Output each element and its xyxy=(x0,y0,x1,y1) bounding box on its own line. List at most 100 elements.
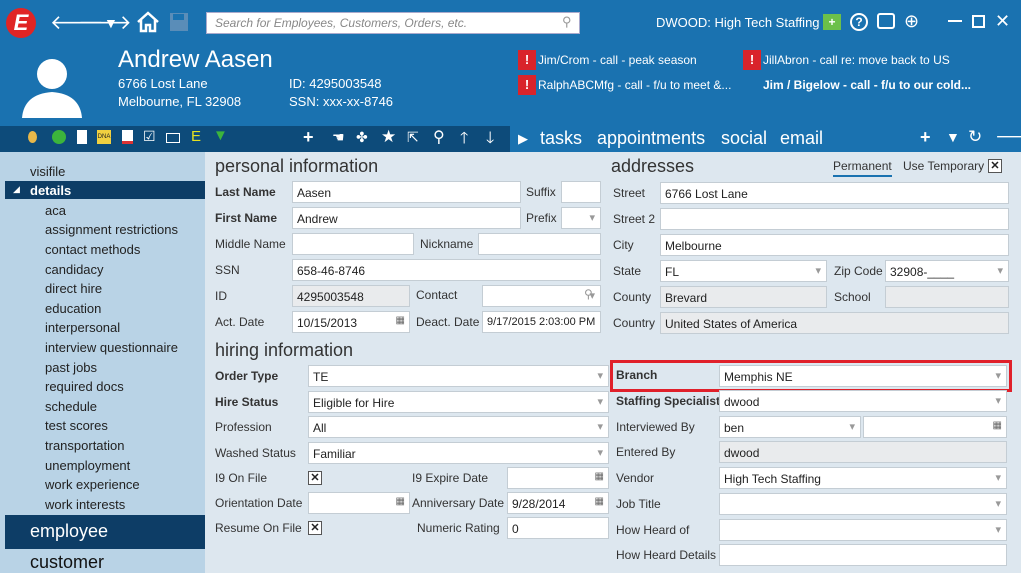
search-icon[interactable]: ⚲ xyxy=(433,127,445,147)
sidebar-item[interactable]: candidacy xyxy=(45,262,104,277)
job-title-select[interactable] xyxy=(719,493,1007,515)
act-date-field[interactable]: 10/15/2013 xyxy=(292,311,410,333)
puzzle-icon[interactable]: ✤ xyxy=(356,129,368,146)
interview-date-field[interactable] xyxy=(863,416,1007,438)
maximize-icon[interactable] xyxy=(972,15,985,28)
order-type-select[interactable]: TE xyxy=(308,365,609,387)
tab-tasks[interactable]: tasks xyxy=(540,128,582,149)
tab-permanent[interactable]: Permanent xyxy=(833,159,892,177)
washed-status-select[interactable]: Familiar xyxy=(308,442,609,464)
app-logo[interactable]: E xyxy=(6,8,36,38)
filter-icon[interactable]: ▼ xyxy=(946,129,960,145)
sidebar-item[interactable]: past jobs xyxy=(45,360,97,375)
plus-icon[interactable]: + xyxy=(303,127,314,148)
deact-date-field[interactable]: 9/17/2015 2:03:00 PM xyxy=(482,311,601,333)
plus-icon[interactable]: + xyxy=(920,127,931,148)
anniversary-date-field[interactable]: 9/28/2014 xyxy=(507,492,609,514)
i9-on-file-checkbox[interactable]: ✕ xyxy=(308,471,322,485)
contact-search-icon[interactable]: ⚲ xyxy=(584,287,593,301)
next-arrow-icon[interactable]: 🡒 xyxy=(995,127,1021,147)
last-name-field[interactable]: Aasen xyxy=(292,181,521,203)
save-icon[interactable] xyxy=(169,12,189,32)
suffix-field[interactable] xyxy=(561,181,601,203)
close-icon[interactable]: ✕ xyxy=(995,11,1010,32)
sidebar-item[interactable]: required docs xyxy=(45,379,124,394)
sidebar-item[interactable]: aca xyxy=(45,203,66,218)
export-icon[interactable]: ⇱ xyxy=(407,129,419,146)
play-icon[interactable]: ▶ xyxy=(518,131,528,147)
street-field[interactable]: 6766 Lost Lane xyxy=(660,182,1009,204)
nickname-field[interactable] xyxy=(478,233,601,255)
card-icon[interactable] xyxy=(166,133,180,143)
home-icon[interactable] xyxy=(136,11,160,33)
note-item[interactable]: RalphABCMfg - call - f/u to meet &... xyxy=(538,78,731,92)
add-icon[interactable]: + xyxy=(823,14,841,30)
sidebar-item[interactable]: assignment restrictions xyxy=(45,222,178,237)
prefix-select[interactable] xyxy=(561,207,601,229)
sidebar-item[interactable]: transportation xyxy=(45,438,125,453)
city-field[interactable]: Melbourne xyxy=(660,234,1009,256)
interviewed-by-select[interactable]: ben xyxy=(719,416,861,438)
sidebar-item[interactable]: schedule xyxy=(45,399,97,414)
resume-on-file-checkbox[interactable]: ✕ xyxy=(308,521,322,535)
first-name-field[interactable]: Andrew xyxy=(292,207,521,229)
refresh-icon[interactable]: ↻ xyxy=(968,127,982,147)
search-icon[interactable]: ⚲ xyxy=(562,14,572,30)
hire-status-select[interactable]: Eligible for Hire xyxy=(308,391,609,413)
note-item[interactable]: Jim/Crom - call - peak season xyxy=(538,53,697,67)
tab-social[interactable]: social xyxy=(721,128,767,149)
sidebar-item[interactable]: direct hire xyxy=(45,281,102,296)
note-item[interactable]: JillAbron - call re: move back to US xyxy=(763,53,950,67)
how-heard-select[interactable] xyxy=(719,519,1007,541)
street2-field[interactable] xyxy=(660,208,1009,230)
sidebar-item-customer[interactable]: customer xyxy=(5,549,205,573)
chat-icon[interactable] xyxy=(877,13,895,29)
search-input[interactable]: Search for Employees, Customers, Orders,… xyxy=(206,12,580,34)
zip-field[interactable]: 32908-____ xyxy=(885,260,1009,282)
branch-select[interactable]: Memphis NE xyxy=(719,365,1007,387)
sidebar-item[interactable]: contact methods xyxy=(45,242,140,257)
sidebar-item[interactable]: work interests xyxy=(45,497,125,512)
document-icon[interactable] xyxy=(77,130,87,144)
filter-v-icon[interactable]: ▼ xyxy=(213,127,228,144)
tab-email[interactable]: email xyxy=(780,128,823,149)
state-select[interactable]: FL xyxy=(660,260,827,282)
numeric-rating-field[interactable]: 0 xyxy=(507,517,609,539)
up-arrow-icon[interactable]: 🡑 xyxy=(460,127,468,154)
bean-icon[interactable] xyxy=(28,131,37,143)
status-icon[interactable] xyxy=(52,130,66,144)
sidebar-item-employee[interactable]: employee xyxy=(5,515,205,549)
hand-icon[interactable]: ☚ xyxy=(332,129,345,146)
collapse-icon[interactable]: ◢ xyxy=(13,184,20,195)
profession-select[interactable]: All xyxy=(308,416,609,438)
sidebar-item[interactable]: education xyxy=(45,301,101,316)
interviewed-by-label: Interviewed By xyxy=(616,420,695,434)
sidebar-item[interactable]: unemployment xyxy=(45,458,130,473)
sidebar-item[interactable]: test scores xyxy=(45,418,108,433)
help-icon[interactable]: ? xyxy=(850,13,868,31)
i9-expire-field[interactable] xyxy=(507,467,609,489)
vendor-select[interactable]: High Tech Staffing xyxy=(719,467,1007,489)
how-heard-details-field[interactable] xyxy=(719,544,1007,566)
orientation-date-field[interactable] xyxy=(308,492,410,514)
use-temporary-checkbox[interactable]: ✕ xyxy=(988,159,1002,173)
addresses-title: addresses xyxy=(611,156,695,176)
dropdown-arrow-icon[interactable]: ▼ xyxy=(104,13,118,33)
star-icon[interactable]: ★ xyxy=(381,127,396,147)
checkbox-icon[interactable]: ☑ xyxy=(143,128,156,145)
sidebar-item[interactable]: interview questionnaire xyxy=(45,340,178,355)
everify-icon[interactable]: E xyxy=(191,128,201,145)
globe-icon[interactable]: ⊕ xyxy=(904,11,919,32)
sidebar-item-visifile[interactable]: visifile xyxy=(30,164,65,179)
middle-name-field[interactable] xyxy=(292,233,414,255)
minimize-icon[interactable] xyxy=(948,20,962,22)
pdf-icon[interactable] xyxy=(122,130,133,144)
sidebar-item[interactable]: interpersonal xyxy=(45,320,120,335)
staffing-specialist-select[interactable]: dwood xyxy=(719,390,1007,412)
down-arrow-icon[interactable]: 🡓 xyxy=(486,127,494,154)
ssn-field[interactable]: 658-46-8746 xyxy=(292,259,601,281)
sidebar-item[interactable]: work experience xyxy=(45,477,140,492)
note-item[interactable]: Jim / Bigelow - call - f/u to our cold..… xyxy=(763,78,971,92)
tab-appointments[interactable]: appointments xyxy=(597,128,705,149)
dna-icon[interactable]: DNA xyxy=(97,130,111,144)
